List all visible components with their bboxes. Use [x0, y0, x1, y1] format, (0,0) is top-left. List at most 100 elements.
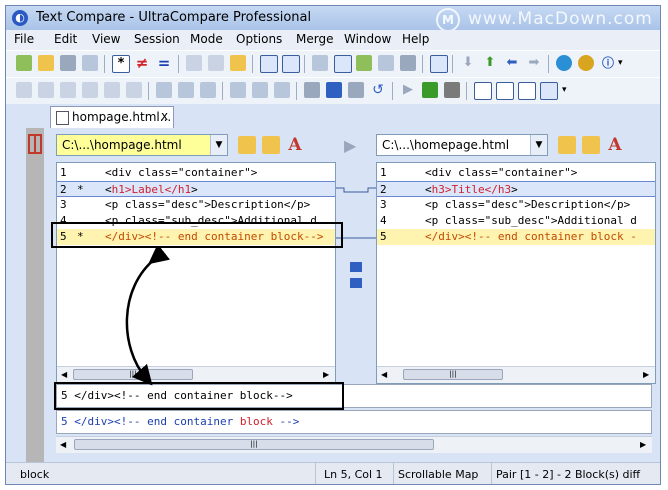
copy-to-left-icon[interactable] — [350, 278, 362, 288]
left-font-icon[interactable]: A — [286, 136, 304, 154]
sync-icon[interactable] — [356, 55, 372, 71]
menu-edit[interactable]: Edit — [54, 32, 77, 46]
print-preview-icon[interactable] — [82, 55, 98, 71]
save-icon[interactable] — [326, 82, 342, 98]
not-equal-button[interactable]: ≠ — [134, 55, 150, 71]
view-2-icon[interactable] — [496, 82, 514, 100]
help-icon[interactable] — [578, 55, 594, 71]
chevron-down-icon[interactable]: ▼ — [210, 135, 227, 155]
binary-compare-icon[interactable] — [38, 82, 54, 98]
scroll-left-icon[interactable]: ◀ — [60, 440, 66, 449]
scroll-right-icon[interactable]: ▶ — [643, 370, 649, 379]
wildcard-button[interactable]: * — [112, 55, 130, 73]
right-file-bar: C:\...\homepage.html ▼ A — [376, 134, 656, 158]
view-4-icon[interactable] — [540, 82, 558, 100]
compare-icon[interactable] — [16, 82, 32, 98]
print-icon[interactable] — [60, 55, 76, 71]
left-file-combo[interactable]: C:\...\hompage.html ▼ — [56, 134, 228, 156]
left-horizontal-scrollbar[interactable]: ◀ ||| ▶ — [57, 366, 335, 383]
left-line: 1 <div class="container"> — [60, 166, 258, 179]
line-view-bottom[interactable]: 5 </div><!-- end container block --> — [56, 410, 652, 434]
status-map: Scrollable Map — [394, 463, 492, 484]
scroll-left-icon[interactable]: ◀ — [381, 370, 387, 379]
tab-hompage[interactable]: hompage.html... x — [50, 106, 174, 128]
left-browse-folder-icon[interactable] — [262, 136, 280, 154]
map-icon[interactable] — [430, 55, 448, 73]
diff-text: h3>Title</h3 — [431, 183, 512, 196]
right-horizontal-scrollbar[interactable]: ◀ ||| ▶ — [377, 366, 655, 383]
right-line: 4 <p class="sub_desc">Additional d — [380, 214, 637, 227]
diff-map-gutter[interactable] — [26, 128, 44, 462]
right-file-combo[interactable]: C:\...\homepage.html ▼ — [376, 134, 548, 156]
left-text-pane[interactable]: 1 <div class="container"> 2 * <h1>Label<… — [56, 162, 336, 384]
menu-help[interactable]: Help — [402, 32, 429, 46]
menu-view[interactable]: View — [92, 32, 120, 46]
stop-icon[interactable] — [444, 82, 460, 98]
copy-all-icon[interactable] — [200, 82, 216, 98]
merge-block-right-icon[interactable] — [252, 82, 268, 98]
left-open-folder-icon[interactable] — [238, 136, 256, 154]
view-1-icon[interactable] — [474, 82, 492, 100]
scroll-right-icon[interactable]: ▶ — [640, 440, 646, 449]
folder-icon[interactable] — [230, 55, 246, 71]
toolbar-overflow-chevron-icon[interactable]: ▾ — [618, 55, 634, 71]
sort-icon[interactable] — [378, 55, 394, 71]
next-diff-icon[interactable]: ⬇ — [460, 55, 476, 71]
right-text-pane[interactable]: 1 <div class="container"> 2 <h3>Title</h… — [376, 162, 656, 384]
right-line: 1 <div class="container"> — [380, 166, 578, 179]
menu-session[interactable]: Session — [134, 32, 180, 46]
play-compare-icon[interactable]: ▶ — [344, 136, 356, 155]
copy-icon[interactable] — [186, 55, 202, 71]
toolbar-overflow-chevron-icon[interactable]: ▾ — [562, 82, 578, 98]
right-browse-folder-icon[interactable] — [582, 136, 600, 154]
right-open-folder-icon[interactable] — [558, 136, 576, 154]
line-view-horizontal-scrollbar[interactable]: ◀ ||| ▶ — [56, 436, 652, 453]
menu-file[interactable]: File — [14, 32, 34, 46]
toolbar-separator — [392, 82, 393, 100]
edit-icon[interactable] — [304, 82, 320, 98]
scroll-right-icon[interactable]: ▶ — [323, 370, 329, 379]
refresh-icon[interactable] — [422, 82, 438, 98]
menu-bar: File Edit View Session Mode Options Merg… — [6, 30, 660, 50]
tree-icon[interactable] — [82, 82, 98, 98]
chevron-down-icon[interactable]: ▼ — [530, 135, 547, 155]
menu-mode[interactable]: Mode — [190, 32, 223, 46]
menu-options[interactable]: Options — [236, 32, 282, 46]
prev-diff-icon[interactable]: ⬆ — [482, 55, 498, 71]
new-session-icon[interactable] — [16, 55, 32, 71]
view-3-icon[interactable] — [518, 82, 536, 100]
scroll-thumb[interactable]: ||| — [403, 369, 503, 380]
tab-label: hompage.html... — [72, 110, 172, 124]
line-view-icon[interactable] — [334, 55, 352, 73]
web-icon[interactable] — [556, 55, 572, 71]
merge-right-icon[interactable]: ➡ — [526, 55, 542, 71]
info-icon[interactable]: ⓘ — [600, 55, 616, 71]
play-icon[interactable]: ▶ — [400, 82, 416, 98]
merge-all-icon[interactable] — [274, 82, 290, 98]
undo-icon[interactable]: ↺ — [370, 82, 386, 98]
right-font-icon[interactable]: A — [606, 136, 624, 154]
save-as-icon[interactable] — [348, 82, 364, 98]
menu-merge[interactable]: Merge — [296, 32, 333, 46]
copy-right-icon[interactable] — [178, 82, 194, 98]
equal-button[interactable]: = — [156, 55, 172, 71]
merge-left-icon[interactable]: ⬅ — [504, 55, 520, 71]
scroll-left-icon[interactable]: ◀ — [61, 370, 67, 379]
side-by-side-icon[interactable] — [260, 55, 278, 73]
split-view-icon[interactable] — [282, 55, 300, 73]
menu-window[interactable]: Window — [344, 32, 391, 46]
status-bar: block Ln 5, Col 1 Scrollable Map Pair [1… — [6, 462, 660, 484]
folder-compare-icon[interactable] — [60, 82, 76, 98]
list-icon[interactable] — [312, 55, 328, 71]
tab-close-icon[interactable]: x — [161, 109, 168, 123]
merge-block-left-icon[interactable] — [230, 82, 246, 98]
swap-icon[interactable] — [400, 55, 416, 71]
scroll-thumb[interactable]: ||| — [74, 439, 434, 450]
table-icon[interactable] — [104, 82, 120, 98]
copy-to-right-icon[interactable] — [350, 262, 362, 272]
binary-icon[interactable] — [208, 55, 224, 71]
open-icon[interactable] — [38, 55, 54, 71]
copy-left-icon[interactable] — [156, 82, 172, 98]
toolbar-separator — [422, 55, 423, 73]
filter-icon[interactable] — [126, 82, 142, 98]
